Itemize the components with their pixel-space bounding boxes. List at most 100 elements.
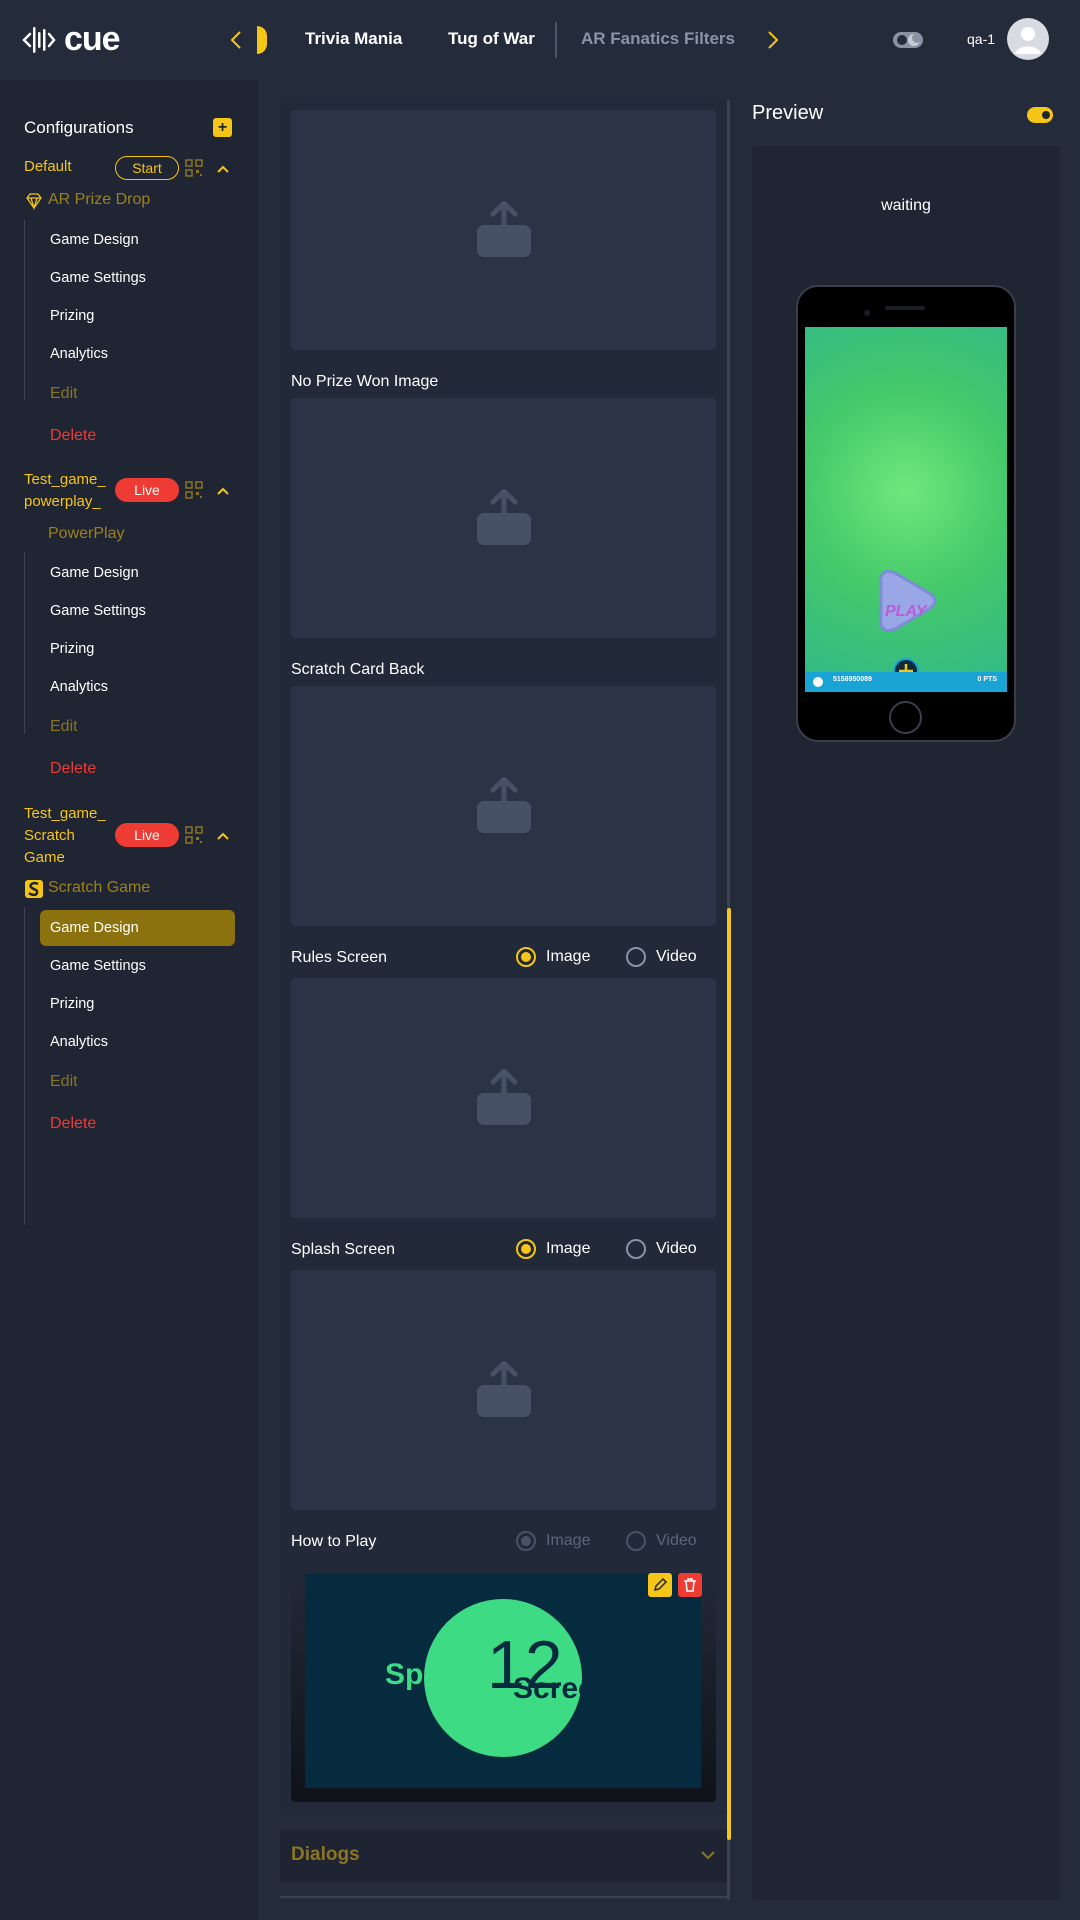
group-name-line: Test_game_ [24, 805, 106, 822]
menu-item-game-design[interactable]: Game Design [40, 555, 235, 591]
status-badge-start[interactable]: Start [115, 156, 179, 180]
delete-image-button[interactable] [678, 1573, 702, 1597]
menu-item-game-design[interactable]: Game Design [40, 222, 235, 258]
radio-dot [626, 1239, 646, 1259]
phone-camera [864, 310, 870, 316]
phone-points: 0 PTS [977, 676, 997, 683]
tab-ar-fanatics-filters[interactable]: AR Fanatics Filters [581, 29, 735, 49]
user-name[interactable]: qa-1 [967, 31, 995, 47]
upload-dropzone[interactable] [291, 110, 716, 350]
radio-image[interactable]: Image [516, 947, 590, 967]
menu-item-edit[interactable]: Edit [40, 1064, 235, 1100]
section-label-splash: Splash Screen [291, 1241, 396, 1258]
game-type-ar-prize-drop[interactable]: AR Prize Drop [48, 191, 150, 209]
phone-number: 5158950089 [833, 676, 872, 683]
preview-toggle[interactable] [1027, 107, 1053, 123]
how-to-play-image: Splash 12 Screen [305, 1574, 701, 1788]
menu-item-analytics[interactable]: Analytics [40, 336, 235, 372]
phone-speaker [885, 306, 925, 310]
avatar[interactable] [1007, 18, 1049, 60]
divider [280, 1896, 728, 1898]
group-name-powerplay[interactable]: Test_game_ powerplay_ [24, 469, 106, 513]
radio-dot [516, 947, 536, 967]
section-label-how-to-play: How to Play [291, 1533, 377, 1550]
radio-dot [516, 1239, 536, 1259]
play-button-icon[interactable] [805, 327, 1007, 692]
radio-image[interactable]: Image [516, 1531, 590, 1551]
qr-code-icon[interactable] [185, 826, 203, 844]
theme-toggle-icon[interactable] [893, 30, 925, 50]
phone-status-bar: 5158950089 0 PTS [805, 672, 1007, 692]
profile-icon [813, 677, 823, 687]
upload-dropzone[interactable] [291, 686, 716, 926]
radio-label: Image [546, 948, 591, 965]
menu-item-prizing[interactable]: Prizing [40, 298, 235, 334]
upload-icon [476, 1361, 531, 1417]
scrollbar-thumb[interactable] [727, 908, 731, 1840]
user-icon [1015, 27, 1041, 54]
upload-dropzone[interactable] [291, 1270, 716, 1510]
menu-item-delete[interactable]: Delete [40, 1106, 235, 1142]
menu-item-edit[interactable]: Edit [40, 709, 235, 745]
tab-partial[interactable] [257, 26, 267, 54]
radio-label: Video [656, 1240, 697, 1257]
group-name-scratch-game[interactable]: Test_game_ Scratch Game [24, 803, 106, 869]
radio-label: Video [656, 1532, 697, 1549]
menu-item-analytics[interactable]: Analytics [40, 669, 235, 705]
chevron-up-icon[interactable] [216, 486, 230, 496]
splash-text-right: Screen [513, 1672, 614, 1705]
group-name-line: Scratch [24, 827, 75, 844]
qr-code-icon[interactable] [185, 481, 203, 499]
upload-icon [476, 201, 531, 257]
chevron-up-icon[interactable] [216, 831, 230, 841]
menu-item-game-settings[interactable]: Game Settings [40, 260, 235, 296]
radio-image[interactable]: Image [516, 1239, 590, 1259]
radio-dot [516, 1531, 536, 1551]
chevron-down-icon [701, 1851, 715, 1860]
tab-tug-of-war[interactable]: Tug of War [448, 29, 535, 49]
menu-item-delete[interactable]: Delete [40, 751, 235, 787]
menu-item-analytics[interactable]: Analytics [40, 1024, 235, 1060]
scratch-game-icon [25, 880, 43, 898]
menu-item-edit[interactable]: Edit [40, 376, 235, 412]
radio-video[interactable]: Video [626, 1531, 697, 1551]
main-content: No Prize Won Image Scratch Card Back Rul… [280, 100, 728, 1920]
preview-status: waiting [881, 197, 931, 214]
group-name-line: Game [24, 849, 65, 866]
tabs-prev-button[interactable] [226, 26, 246, 54]
menu-item-game-settings[interactable]: Game Settings [40, 948, 235, 984]
qr-code-icon[interactable] [185, 159, 203, 177]
game-type-scratch-game[interactable]: Scratch Game [48, 879, 150, 897]
group-name-default[interactable]: Default [24, 156, 72, 178]
section-label-card-back: Scratch Card Back [291, 661, 425, 678]
add-configuration-button[interactable]: + [213, 118, 232, 137]
configurations-title: Configurations [24, 118, 134, 137]
tree-line [24, 220, 25, 400]
menu-item-delete[interactable]: Delete [40, 418, 235, 454]
radio-video[interactable]: Video [626, 1239, 697, 1259]
upload-dropzone[interactable] [291, 398, 716, 638]
status-badge-live[interactable]: Live [115, 478, 179, 502]
menu-item-prizing[interactable]: Prizing [40, 631, 235, 667]
status-badge-live[interactable]: Live [115, 823, 179, 847]
tab-divider [555, 22, 557, 58]
menu-item-game-design[interactable]: Game Design [40, 910, 235, 946]
radio-dot [626, 1531, 646, 1551]
play-label: PLAY [885, 603, 927, 620]
tab-trivia-mania[interactable]: Trivia Mania [305, 29, 402, 49]
top-bar: cue Trivia Mania Tug of War AR Fanatics … [0, 0, 1080, 80]
logo[interactable]: cue [22, 20, 121, 59]
menu-item-game-settings[interactable]: Game Settings [40, 593, 235, 629]
trash-icon [684, 1578, 696, 1592]
radio-video[interactable]: Video [626, 947, 697, 967]
menu-item-prizing[interactable]: Prizing [40, 986, 235, 1022]
upload-icon [476, 1069, 531, 1125]
upload-dropzone[interactable] [291, 978, 716, 1218]
tabs-next-button[interactable] [763, 26, 783, 54]
dialogs-accordion[interactable]: Dialogs [280, 1830, 728, 1882]
section-label-rules: Rules Screen [291, 949, 388, 966]
edit-image-button[interactable] [648, 1573, 672, 1597]
game-type-powerplay[interactable]: PowerPlay [48, 525, 124, 543]
dialogs-label: Dialogs [291, 1844, 360, 1865]
chevron-up-icon[interactable] [216, 164, 230, 174]
